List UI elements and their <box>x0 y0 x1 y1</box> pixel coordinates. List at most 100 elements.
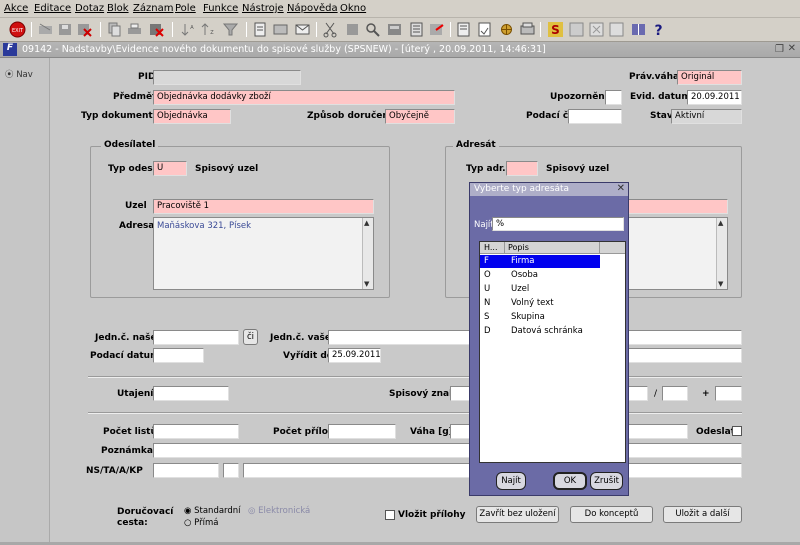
help-icon[interactable]: ? <box>650 21 667 38</box>
zpusob-doruceni-field[interactable]: Obyčejně <box>385 109 455 124</box>
export-icon[interactable] <box>428 21 445 38</box>
prav-vaha-field[interactable]: Originál <box>677 70 742 85</box>
adresat-adresa-field[interactable] <box>628 217 728 290</box>
ci-button[interactable]: či <box>243 329 258 345</box>
cut-icon[interactable] <box>322 21 339 38</box>
report-icon[interactable] <box>519 21 536 38</box>
save-icon[interactable] <box>57 21 74 38</box>
app-blank-icon[interactable] <box>608 21 625 38</box>
adresa-field[interactable]: Maňáskova 321, Písek <box>153 217 374 290</box>
vyridit-extra-field[interactable] <box>628 348 742 363</box>
list-row-datova-schranka[interactable]: D Datová schránka <box>480 325 600 338</box>
menu-funkce[interactable]: Funkce <box>203 3 238 14</box>
copy-icon[interactable] <box>106 21 123 38</box>
pocet-listu-field[interactable] <box>153 424 239 439</box>
dialog-close-icon[interactable]: ✕ <box>617 183 625 194</box>
ulozit-button[interactable]: Uložit a další <box>663 506 742 523</box>
menu-editace[interactable]: Editace <box>34 3 71 14</box>
exit-icon[interactable]: EXIT <box>9 21 26 38</box>
pocet-priloh-field[interactable] <box>328 424 396 439</box>
col-popis-header[interactable]: Popis <box>508 243 529 252</box>
delete-record-icon[interactable] <box>76 21 93 38</box>
menu-nastroje[interactable]: Nástroje <box>242 3 284 14</box>
typ-dokumentu-field[interactable]: Objednávka <box>153 109 231 124</box>
network-icon[interactable] <box>498 21 515 38</box>
pid-field[interactable] <box>153 70 301 85</box>
dialog-ok-button[interactable]: OK <box>553 472 587 490</box>
typ-adr-field[interactable] <box>506 161 538 176</box>
poznamka-field[interactable] <box>153 443 470 458</box>
do-konceptu-button[interactable]: Do konceptů <box>570 506 653 523</box>
notes-icon[interactable] <box>455 21 472 38</box>
uzel-field[interactable]: Pracoviště 1 <box>153 199 374 214</box>
mail-icon[interactable] <box>294 21 311 38</box>
ns-field-1[interactable] <box>153 463 219 478</box>
radio-standard[interactable]: ◉ Standardní <box>184 506 241 516</box>
tool-icon[interactable] <box>344 21 361 38</box>
app-grey-icon[interactable] <box>568 21 585 38</box>
dialog-search-input[interactable]: % <box>492 217 624 231</box>
close-window-icon[interactable]: ✕ <box>788 43 796 54</box>
vaha-field[interactable] <box>450 424 470 439</box>
col-h-header[interactable]: H... <box>484 243 498 252</box>
spisovy-znak-part2[interactable] <box>628 386 648 401</box>
list-row-volny-text[interactable]: N Volný text <box>480 297 600 310</box>
menu-dotaz[interactable]: Dotaz <box>75 3 104 14</box>
ns-field-4[interactable] <box>628 463 742 478</box>
podaci-c-field[interactable] <box>568 109 622 124</box>
radio-prima[interactable]: ○ Přímá <box>184 518 218 528</box>
adresat-uzel-field[interactable] <box>628 199 728 214</box>
sort-desc-icon[interactable]: Z <box>200 21 217 38</box>
menu-pole[interactable]: Pole <box>175 3 196 14</box>
adresa-scrollbar[interactable]: ▲ ▼ <box>362 218 373 289</box>
menu-zaznam[interactable]: Záznam <box>133 3 173 14</box>
list-row-firma[interactable]: F Firma <box>480 255 600 268</box>
list-row-uzel[interactable]: U Uzel <box>480 283 600 296</box>
nav-button[interactable]: ⦿ Nav <box>5 68 33 80</box>
scroll-down-icon[interactable]: ▼ <box>364 280 369 288</box>
excel-icon[interactable] <box>588 21 605 38</box>
print-icon[interactable] <box>126 21 143 38</box>
jednc-vase-field[interactable] <box>328 330 470 345</box>
evid-datum-field[interactable]: 20.09.2011 <box>687 90 742 105</box>
spisovy-znak-part3[interactable] <box>662 386 688 401</box>
restore-icon[interactable]: ❐ <box>775 44 784 55</box>
zoom-icon[interactable] <box>364 21 381 38</box>
list-row-skupina[interactable]: S Skupina <box>480 311 600 324</box>
vlozit-prilohy-checkbox[interactable] <box>385 510 395 520</box>
jednc-extra-field[interactable] <box>628 330 742 345</box>
odeslat-checkbox[interactable] <box>732 426 742 436</box>
settings-icon[interactable] <box>386 21 403 38</box>
radio-elektronicka[interactable]: ◎ Elektronická <box>248 506 310 516</box>
spisovy-znak-field[interactable] <box>450 386 470 401</box>
menu-okno[interactable]: Okno <box>340 3 366 14</box>
insert-record-icon[interactable] <box>37 21 54 38</box>
scroll-up-icon[interactable]: ▲ <box>718 219 723 227</box>
adresat-adresa-scrollbar[interactable]: ▲ ▼ <box>716 218 727 289</box>
jednc-nase-field[interactable] <box>153 330 239 345</box>
filter-icon[interactable] <box>222 21 239 38</box>
clear-record-icon[interactable] <box>148 21 165 38</box>
spisovy-znak-part4[interactable] <box>715 386 742 401</box>
predmet-field[interactable]: Objednávka dodávky zboží <box>153 90 455 105</box>
ns-field-3[interactable] <box>243 463 470 478</box>
zavrit-button[interactable]: Zavřít bez uložení <box>476 506 559 523</box>
attach-icon[interactable] <box>272 21 289 38</box>
poznamka-extra-field[interactable] <box>628 443 742 458</box>
scroll-down-icon[interactable]: ▼ <box>718 280 723 288</box>
dialog-zrusit-button[interactable]: Zrušit <box>590 472 623 490</box>
sort-asc-icon[interactable]: A <box>180 21 197 38</box>
menu-blok[interactable]: Blok <box>107 3 129 14</box>
book-icon[interactable] <box>630 21 647 38</box>
upozorneni-field[interactable] <box>605 90 622 105</box>
dialog-najit-button[interactable]: Najít <box>496 472 526 490</box>
typ-odes-field[interactable]: U <box>153 161 187 176</box>
scroll-up-icon[interactable]: ▲ <box>364 219 369 227</box>
list-row-osoba[interactable]: O Osoba <box>480 269 600 282</box>
app-s-icon[interactable]: S <box>547 21 564 38</box>
menu-napoveda[interactable]: Nápověda <box>287 3 338 14</box>
podaci-datum-field[interactable] <box>153 348 204 363</box>
vyridit-do-field[interactable]: 25.09.2011 <box>328 348 381 363</box>
utajeni-field[interactable] <box>153 386 229 401</box>
ns-field-2[interactable] <box>223 463 239 478</box>
